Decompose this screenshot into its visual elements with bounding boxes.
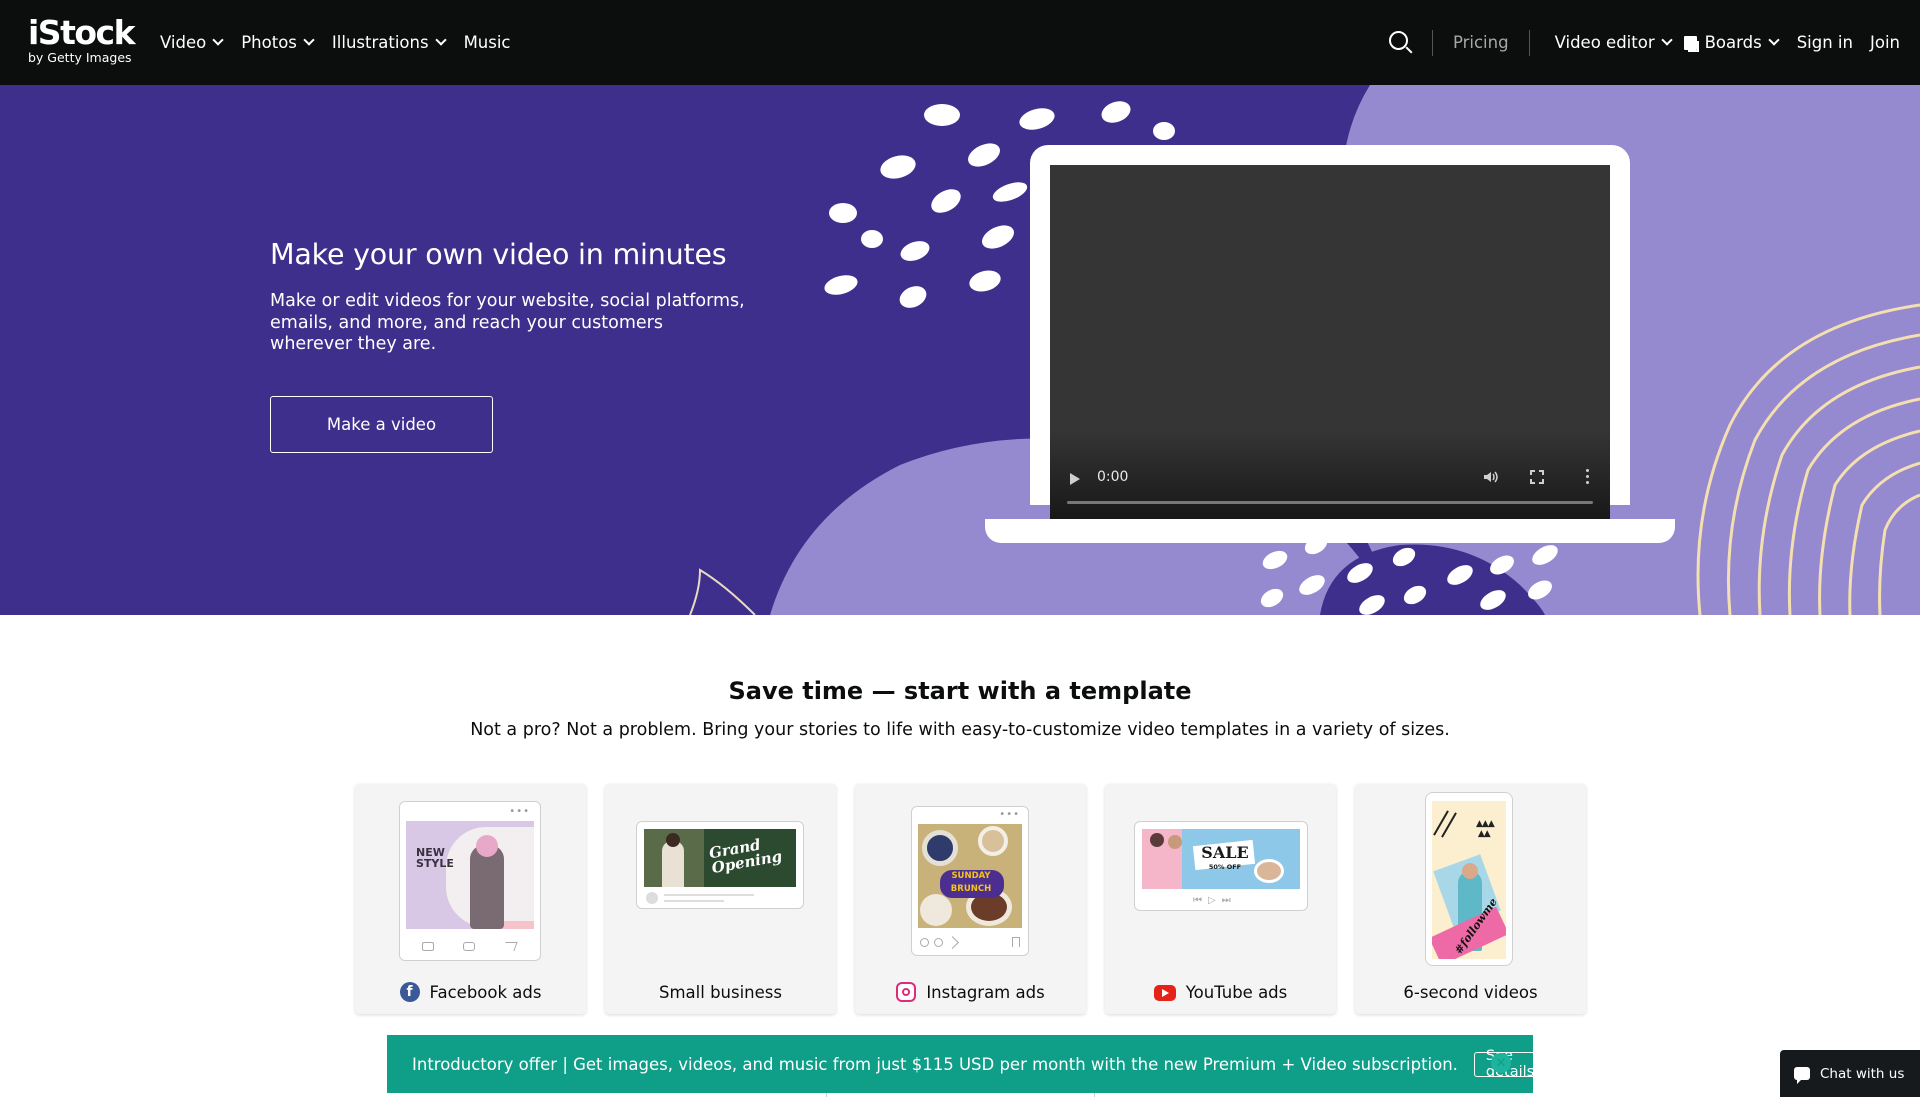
top-nav: iStock by Getty Images Video Photos Illu… — [0, 0, 1920, 85]
join-link[interactable]: Join — [1870, 33, 1900, 52]
hero-title: Make your own video in minutes — [270, 238, 727, 271]
nav-photos[interactable]: Photos — [241, 33, 315, 52]
templates-title: Save time — start with a template — [728, 677, 1192, 705]
template-card-6-second[interactable]: ▲▲▲ ▲▲ #followme 6-second videos — [1355, 784, 1586, 1014]
boards-icon — [1683, 35, 1699, 52]
template-card-instagram[interactable]: ••• SUNDAY BRUNCH Instagram ads — [855, 784, 1086, 1014]
chat-label: Chat with us — [1820, 1065, 1905, 1082]
template-cards: ••• NEW STYLE f Facebook ads Grand Openi… — [355, 784, 1587, 1014]
chevron-down-icon — [212, 34, 224, 46]
small-business-label: Small business — [659, 983, 782, 1002]
nav-music-label: Music — [463, 33, 511, 52]
chevron-down-icon — [434, 34, 447, 46]
nav-music[interactable]: Music — [464, 33, 511, 52]
chevron-down-icon — [1768, 34, 1780, 46]
template-card-small-business[interactable]: Grand Opening Small business — [605, 784, 836, 1014]
instagram-post-mockup: ••• SUNDAY BRUNCH — [911, 806, 1029, 956]
youtube-thumbnail: SALE 50% OFF — [1142, 829, 1300, 889]
nav-pricing[interactable]: Pricing — [1453, 33, 1509, 52]
template-card-label: 6-second videos — [1355, 983, 1586, 1002]
video-time: 0:00 — [1097, 469, 1129, 485]
logo-tagline: by Getty Images — [28, 50, 132, 65]
close-icon[interactable]: ✕ — [1491, 1053, 1511, 1073]
template-card-label: YouTube ads — [1105, 983, 1336, 1002]
story-thumbnail: ▲▲▲ ▲▲ #followme — [1432, 801, 1506, 959]
web-post-mockup: Grand Opening — [636, 821, 804, 909]
nav-video[interactable]: Video — [160, 33, 224, 52]
youtube-ads-label: YouTube ads — [1185, 983, 1288, 1002]
template-card-facebook[interactable]: ••• NEW STYLE f Facebook ads — [355, 784, 586, 1014]
laptop-base — [985, 519, 1675, 543]
youtube-thumb-text: SALE — [1201, 843, 1249, 862]
template-card-youtube[interactable]: SALE 50% OFF ⏮▷⏭ YouTube ads — [1105, 784, 1336, 1014]
istock-logo[interactable]: iStock by Getty Images — [28, 16, 138, 68]
volume-icon[interactable] — [1482, 469, 1498, 485]
template-card-label: f Facebook ads — [355, 982, 586, 1002]
six-second-videos-label: 6-second videos — [1403, 983, 1538, 1002]
promo-banner: Introductory offer | Get images, videos,… — [387, 1035, 1547, 1093]
instagram-ads-label: Instagram ads — [926, 982, 1045, 1002]
facebook-icon: f — [399, 982, 420, 1002]
video-controls-overlay — [1050, 429, 1610, 519]
youtube-thumb-subtext: 50% OFF — [1208, 863, 1242, 871]
instagram-thumb-text: SUNDAY BRUNCH — [950, 871, 992, 894]
facebook-ads-label: Facebook ads — [429, 982, 542, 1002]
facebook-thumbnail: NEW STYLE — [406, 821, 534, 929]
send-icon — [946, 936, 959, 949]
divider — [826, 1093, 827, 1097]
share-icon — [502, 942, 518, 951]
hero-banner: Make your own video in minutes Make or e… — [0, 85, 1920, 615]
chevron-down-icon — [1660, 34, 1673, 46]
youtube-icon — [1153, 984, 1176, 1001]
nav-video-editor[interactable]: Video editor — [1554, 33, 1673, 52]
fullscreen-icon[interactable] — [1530, 470, 1544, 484]
divider — [1431, 29, 1433, 56]
more-options-icon[interactable] — [1584, 469, 1590, 485]
account-menu: Pricing Video editor Boards Sign in Join — [1388, 0, 1900, 85]
play-icon[interactable] — [1070, 473, 1080, 485]
instagram-icon — [896, 982, 917, 1002]
video-progress-bar[interactable] — [1067, 501, 1593, 504]
story-mockup: ▲▲▲ ▲▲ #followme — [1425, 792, 1513, 966]
make-video-button[interactable]: Make a video — [270, 396, 493, 453]
small-business-thumb-text: Grand Opening — [707, 835, 784, 878]
like-icon — [422, 942, 434, 951]
nav-illustrations[interactable]: Illustrations — [331, 33, 447, 52]
facebook-thumb-text: NEW STYLE — [416, 846, 454, 870]
nav-boards[interactable]: Boards — [1683, 33, 1780, 52]
templates-subtitle: Not a pro? Not a problem. Bring your sto… — [470, 720, 1450, 740]
comment-icon — [463, 942, 475, 951]
heart-icon — [920, 938, 929, 947]
main-menu: Video Photos Illustrations Music — [160, 0, 530, 85]
divider — [1094, 1093, 1095, 1097]
logo-wordmark: iStock — [28, 13, 136, 52]
youtube-player-mockup: SALE 50% OFF ⏮▷⏭ — [1134, 821, 1308, 911]
small-business-thumbnail: Grand Opening — [644, 829, 796, 887]
chat-button[interactable]: Chat with us — [1780, 1050, 1920, 1097]
comment-icon — [934, 938, 943, 947]
template-card-label: Small business — [605, 983, 836, 1002]
chevron-down-icon — [303, 34, 315, 46]
video-player[interactable]: 0:00 — [1050, 165, 1610, 519]
bookmark-icon — [1012, 937, 1020, 947]
divider — [1528, 29, 1530, 56]
template-card-label: Instagram ads — [855, 982, 1086, 1002]
chat-icon — [1794, 1067, 1810, 1084]
search-icon[interactable] — [1388, 30, 1414, 56]
nav-video-editor-label: Video editor — [1554, 33, 1655, 52]
promo-text: Introductory offer | Get images, videos,… — [412, 1054, 1458, 1074]
nav-boards-label: Boards — [1704, 33, 1762, 52]
facebook-post-mockup: ••• NEW STYLE — [399, 801, 541, 961]
instagram-thumbnail: SUNDAY BRUNCH — [918, 824, 1022, 928]
sign-in-link[interactable]: Sign in — [1797, 33, 1853, 52]
hero-description: Make or edit videos for your website, so… — [270, 291, 745, 354]
nav-illustrations-label: Illustrations — [331, 33, 429, 52]
nav-video-label: Video — [160, 33, 207, 52]
nav-photos-label: Photos — [241, 33, 297, 52]
